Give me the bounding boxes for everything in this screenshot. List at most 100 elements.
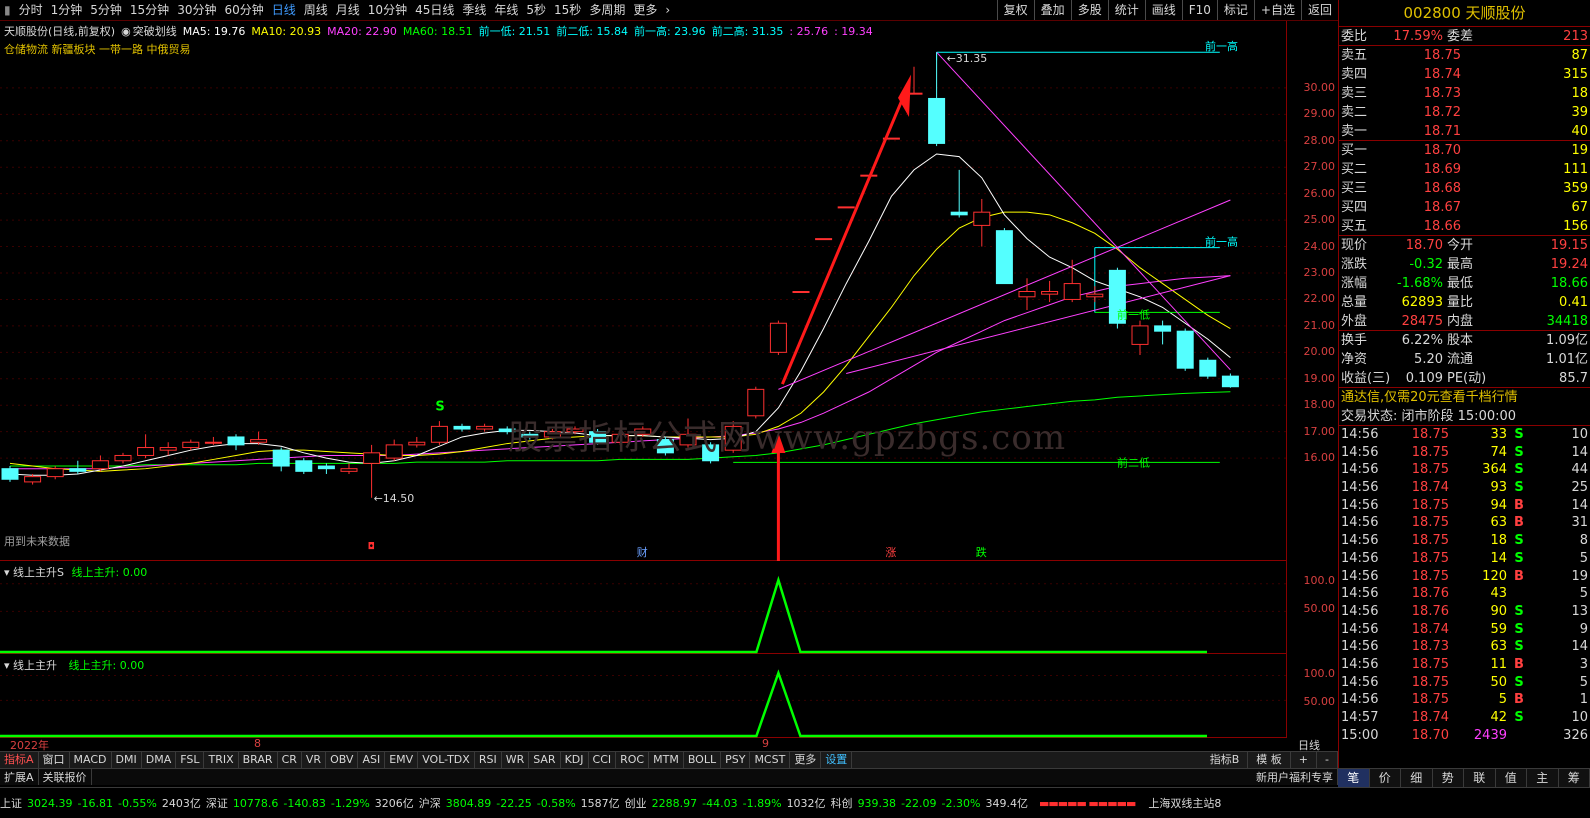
period-tab-7[interactable]: 周线 (300, 0, 332, 20)
quote-tab-2[interactable]: 细 (1401, 769, 1433, 787)
quote-tab-4[interactable]: 联 (1464, 769, 1496, 787)
candle[interactable] (995, 228, 1013, 285)
sell-price[interactable]: 18.71 (1391, 122, 1461, 140)
candle[interactable] (363, 444, 381, 498)
candle[interactable] (114, 452, 132, 464)
indicator-tab-5[interactable]: FSL (176, 752, 205, 768)
candle[interactable] (159, 442, 177, 456)
indicator-panel-2[interactable]: ▾ 线上主升 线上主升: 0.00 (0, 655, 1286, 738)
buy-price[interactable]: 18.69 (1391, 160, 1461, 179)
event-marker-0[interactable]: 财 (637, 545, 648, 559)
period-tab-8[interactable]: 月线 (332, 0, 364, 20)
indicator-tab-18[interactable]: CCI (589, 752, 617, 768)
candle[interactable] (1063, 259, 1081, 303)
server-name[interactable]: 上海双线主站8 (1148, 795, 1221, 811)
indicator-right-0[interactable]: 指标B (1202, 752, 1249, 768)
candle[interactable] (1176, 328, 1194, 371)
period-tab-16[interactable]: 更多 (629, 0, 661, 20)
candle[interactable] (408, 436, 426, 448)
indicator-name-1[interactable]: 线上主升S (13, 566, 64, 579)
candle[interactable] (950, 169, 968, 218)
candle[interactable] (1041, 280, 1059, 303)
quote-tab-6[interactable]: 主 (1527, 769, 1559, 787)
period-tab-2[interactable]: 5分钟 (86, 0, 126, 20)
period-tab-6[interactable]: 日线 (268, 0, 300, 20)
indicator-tab-21[interactable]: BOLL (684, 752, 722, 768)
indicator-tab-25[interactable]: 设置 (821, 752, 853, 768)
buy-price[interactable]: 18.67 (1391, 198, 1461, 217)
quote-tab-1[interactable]: 价 (1370, 769, 1401, 787)
indicator-tab-10[interactable]: OBV (326, 752, 359, 768)
candle[interactable] (1131, 320, 1149, 355)
indicator-tab-6[interactable]: TRIX (204, 752, 239, 768)
buy-price[interactable]: 18.66 (1391, 217, 1461, 235)
candle[interactable] (815, 238, 833, 241)
quote-tab-3[interactable]: 势 (1433, 769, 1464, 787)
candle[interactable] (295, 458, 313, 474)
indicator-tab-17[interactable]: KDJ (561, 752, 589, 768)
sell-price[interactable]: 18.74 (1391, 65, 1461, 84)
period-tab-5[interactable]: 60分钟 (220, 0, 267, 20)
period-tab-3[interactable]: 15分钟 (126, 0, 173, 20)
buy-price[interactable]: 18.68 (1391, 179, 1461, 198)
candle[interactable] (973, 198, 991, 247)
status-item[interactable]: 深证 (206, 795, 228, 811)
candle[interactable] (227, 434, 245, 451)
ad-link[interactable]: 通达信,仅需20元查看千档行情 (1339, 388, 1518, 407)
candle[interactable] (385, 439, 403, 461)
indicator-tab-20[interactable]: MTM (649, 752, 684, 768)
indicator-right-2[interactable]: + (1291, 752, 1318, 768)
quote-tab-0[interactable]: 笔 (1338, 769, 1370, 787)
indicator-lock-icon[interactable]: ▾ (4, 659, 10, 672)
period-tab-10[interactable]: 45日线 (411, 0, 458, 20)
candle[interactable] (91, 455, 109, 472)
candle[interactable] (1221, 373, 1239, 388)
toolbar-button-4[interactable]: 画线 (1144, 0, 1182, 20)
candle[interactable] (928, 52, 946, 147)
candle[interactable] (769, 320, 787, 355)
candle[interactable] (137, 434, 155, 459)
status-item[interactable]: 科创 (831, 795, 853, 811)
indicator-right-3[interactable]: - (1317, 752, 1338, 768)
candle[interactable] (1154, 320, 1172, 345)
candle[interactable] (1199, 357, 1217, 379)
sell-price[interactable]: 18.75 (1391, 46, 1461, 65)
indicator-panel-1[interactable]: ▾ 线上主升S 线上主升: 0.00 (0, 562, 1286, 654)
candle[interactable] (182, 439, 200, 451)
indicator-tab-23[interactable]: MCST (750, 752, 791, 768)
quote-tab-5[interactable]: 值 (1496, 769, 1527, 787)
candle[interactable] (272, 447, 290, 472)
candle[interactable] (792, 291, 810, 294)
candle[interactable] (1086, 286, 1104, 303)
indicator-tab-0[interactable]: 指标A (0, 752, 39, 768)
period-tab-4[interactable]: 30分钟 (173, 0, 220, 20)
period-tab-0[interactable]: 分时 (15, 0, 47, 20)
status-item[interactable]: 上证 (0, 795, 22, 811)
kline-chart-panel[interactable]: ←31.35 ←14.50 前一高 前一高 前一低 前二低 S 财涨跌 ◘ (0, 21, 1286, 561)
toolbar-button-5[interactable]: F10 (1181, 0, 1217, 20)
indicator-tab-12[interactable]: EMV (385, 752, 419, 768)
toolbar-button-8[interactable]: 返回 (1300, 0, 1338, 20)
status-item[interactable]: 沪深 (419, 795, 441, 811)
period-tab-13[interactable]: 5秒 (522, 0, 550, 20)
period-tab-14[interactable]: 15秒 (550, 0, 585, 20)
indicator-right-1[interactable]: 模 板 (1248, 752, 1291, 768)
indicator-tab-2[interactable]: MACD (70, 752, 112, 768)
expand-tab-1[interactable]: 关联报价 (39, 769, 92, 785)
toolbar-button-7[interactable]: +自选 (1253, 0, 1301, 20)
indicator-tab-4[interactable]: DMA (142, 752, 177, 768)
indicator-tab-16[interactable]: SAR (529, 752, 561, 768)
toolbar-button-1[interactable]: 叠加 (1033, 0, 1071, 20)
toolbar-button-2[interactable]: 多股 (1070, 0, 1108, 20)
indicator-tab-13[interactable]: VOL-TDX (418, 752, 475, 768)
toolbar-button-6[interactable]: 标记 (1216, 0, 1254, 20)
quote-tab-7[interactable]: 筹 (1559, 769, 1590, 787)
chart-stock-name[interactable]: 天顺股份(日线,前复权) (4, 25, 115, 38)
indicator-tab-24[interactable]: 更多 (790, 752, 822, 768)
indicator-tab-15[interactable]: WR (502, 752, 530, 768)
indicator-name-2[interactable]: 线上主升 (13, 659, 57, 672)
candle[interactable] (204, 436, 222, 445)
period-tab-11[interactable]: 季线 (458, 0, 490, 20)
indicator-tab-3[interactable]: DMI (112, 752, 142, 768)
kline-chart[interactable]: ←31.35←14.50前一高前一高前一低前二低S财涨跌◘ (0, 21, 1286, 561)
